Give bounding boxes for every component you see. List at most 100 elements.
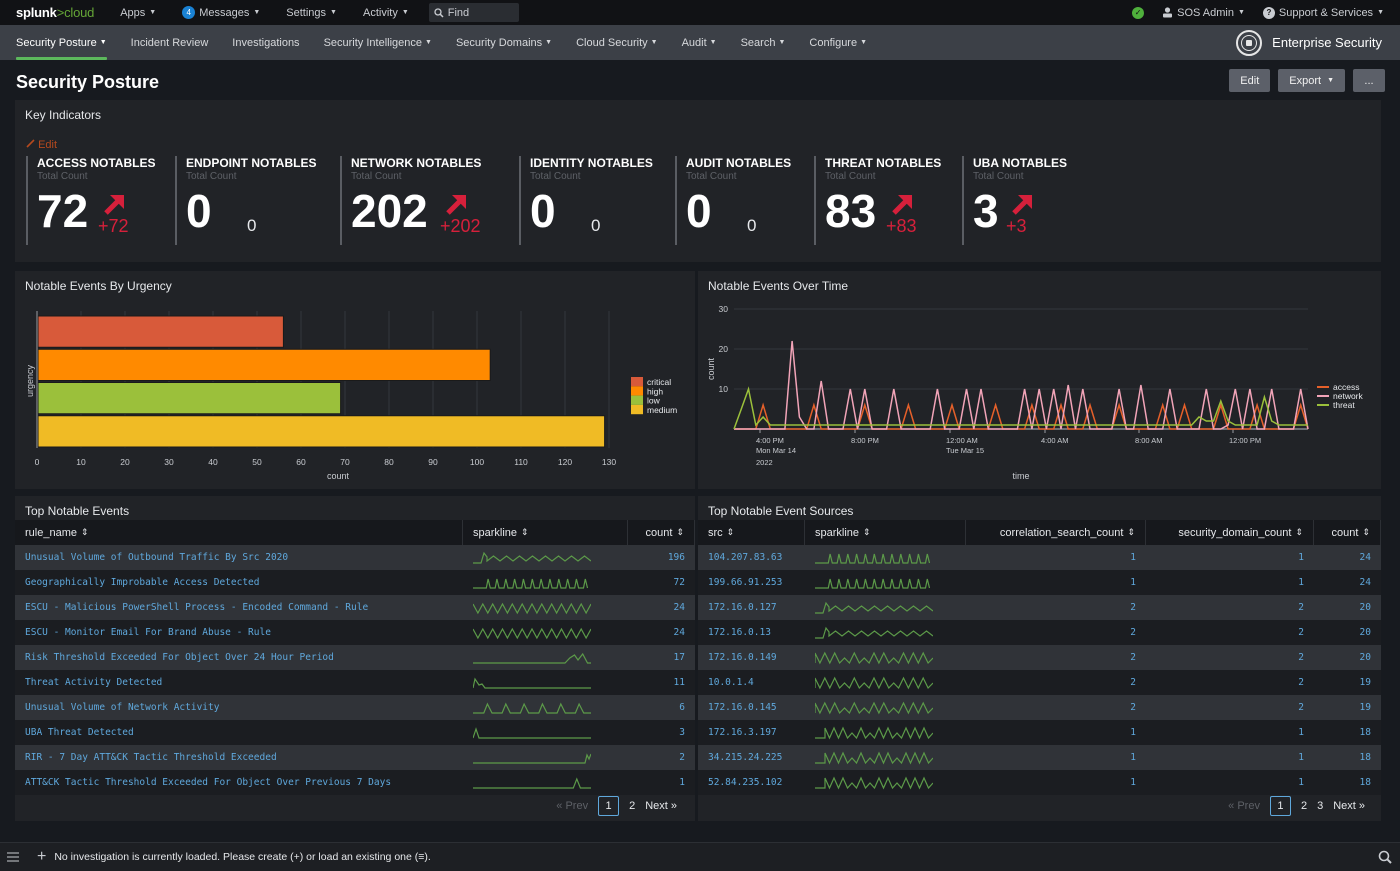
table-row[interactable]: Risk Threshold Exceeded For Object Over …: [15, 645, 695, 670]
src-cell[interactable]: 172.16.0.145: [698, 695, 805, 720]
column-header-sparkline[interactable]: sparkline⇕: [463, 520, 628, 545]
page-3-button[interactable]: 3: [1317, 800, 1323, 812]
src-cell[interactable]: 172.16.0.149: [698, 645, 805, 670]
table-row[interactable]: ESCU - Monitor Email For Brand Abuse - R…: [15, 620, 695, 645]
page-2-button[interactable]: 2: [629, 800, 635, 812]
table-row[interactable]: ATT&CK Tactic Threshold Exceeded For Obj…: [15, 770, 695, 795]
column-label: sparkline: [815, 527, 859, 539]
nav-investigations[interactable]: Investigations: [232, 25, 299, 60]
table-row[interactable]: Threat Activity Detected11: [15, 670, 695, 695]
nav-security-posture[interactable]: Security Posture▼: [16, 25, 107, 60]
messages-menu[interactable]: 4Messages▼: [182, 6, 260, 19]
table-row[interactable]: 10.0.1.42219: [698, 670, 1381, 695]
rule_name-cell[interactable]: ESCU - Malicious PowerShell Process - En…: [15, 595, 463, 620]
table-row[interactable]: RIR - 7 Day ATT&CK Tactic Threshold Exce…: [15, 745, 695, 770]
key-indicator-identity-notables[interactable]: IDENTITY NOTABLESTotal Count00: [519, 156, 653, 245]
next-page-button[interactable]: Next »: [645, 800, 677, 812]
user-label: SOS Admin: [1177, 7, 1234, 19]
rule_name-cell[interactable]: Geographically Improbable Access Detecte…: [15, 570, 463, 595]
splunk-logo[interactable]: splunk>cloud: [16, 5, 94, 20]
support-menu[interactable]: ? Support & Services▼: [1263, 7, 1384, 19]
page-1-button[interactable]: 1: [598, 796, 619, 816]
src-cell[interactable]: 172.16.3.197: [698, 720, 805, 745]
prev-page-button[interactable]: « Prev: [1228, 800, 1260, 812]
more-actions-button[interactable]: ...: [1353, 69, 1385, 92]
nav-cloud-security[interactable]: Cloud Security▼: [576, 25, 657, 60]
rule_name-cell[interactable]: Risk Threshold Exceeded For Object Over …: [15, 645, 463, 670]
nav-search[interactable]: Search▼: [741, 25, 786, 60]
column-header-count[interactable]: count⇕: [1314, 520, 1381, 545]
next-page-button[interactable]: Next »: [1333, 800, 1365, 812]
table-row[interactable]: UBA Threat Detected3: [15, 720, 695, 745]
column-header-count[interactable]: count⇕: [628, 520, 695, 545]
magnifier-icon[interactable]: [1378, 850, 1392, 864]
app-brand[interactable]: Enterprise Security: [1236, 30, 1382, 56]
count-cell: 196: [628, 545, 695, 570]
table-row[interactable]: 172.16.3.1971118: [698, 720, 1381, 745]
user-menu[interactable]: SOS Admin▼: [1162, 7, 1245, 19]
key-indicator-threat-notables[interactable]: THREAT NOTABLESTotal Count83+83: [814, 156, 941, 245]
rule_name-cell[interactable]: ESCU - Monitor Email For Brand Abuse - R…: [15, 620, 463, 645]
column-header-sparkline[interactable]: sparkline⇕: [805, 520, 966, 545]
rule_name-cell[interactable]: Threat Activity Detected: [15, 670, 463, 695]
page-1-button[interactable]: 1: [1270, 796, 1291, 816]
sparkline-cell: [463, 545, 628, 570]
src-cell[interactable]: 172.16.0.127: [698, 595, 805, 620]
caret-down-icon: ▼: [149, 9, 156, 16]
key-indicator-uba-notables[interactable]: UBA NOTABLESTotal Count3+3: [962, 156, 1067, 245]
column-header-correlation-search-count[interactable]: correlation_search_count⇕: [966, 520, 1146, 545]
table-row[interactable]: 172.16.0.1272220: [698, 595, 1381, 620]
src-cell[interactable]: 104.207.83.63: [698, 545, 805, 570]
table-row[interactable]: 172.16.0.1492220: [698, 645, 1381, 670]
export-button[interactable]: Export▼: [1278, 69, 1345, 92]
src-cell[interactable]: 34.215.24.225: [698, 745, 805, 770]
table-row[interactable]: Geographically Improbable Access Detecte…: [15, 570, 695, 595]
column-header-rule-name[interactable]: rule_name⇕: [15, 520, 463, 545]
table-row[interactable]: 104.207.83.631124: [698, 545, 1381, 570]
nav-label: Search: [741, 37, 776, 49]
legend-swatch-low: [631, 396, 643, 405]
key-indicator-audit-notables[interactable]: AUDIT NOTABLESTotal Count00: [675, 156, 791, 245]
rule_name-cell[interactable]: UBA Threat Detected: [15, 720, 463, 745]
find-input[interactable]: Find: [429, 3, 519, 22]
column-header-security-domain-count[interactable]: security_domain_count⇕: [1146, 520, 1314, 545]
edit-indicators-link[interactable]: Edit: [26, 139, 57, 151]
table-row[interactable]: 172.16.0.132220: [698, 620, 1381, 645]
src-cell[interactable]: 52.84.235.102: [698, 770, 805, 795]
page-2-button[interactable]: 2: [1301, 800, 1307, 812]
time-chart-panel: Notable Events Over Time 1020304:00 PMMo…: [698, 271, 1381, 489]
nav-incident-review[interactable]: Incident Review: [131, 25, 209, 60]
apps-menu[interactable]: Apps▼: [120, 7, 156, 19]
nav-configure[interactable]: Configure▼: [809, 25, 867, 60]
edit-button[interactable]: Edit: [1229, 69, 1270, 92]
rule_name-cell[interactable]: Unusual Volume of Outbound Traffic By Sr…: [15, 545, 463, 570]
table-row[interactable]: 52.84.235.1021118: [698, 770, 1381, 795]
nav-security-intelligence[interactable]: Security Intelligence▼: [324, 25, 432, 60]
rule_name-cell[interactable]: Unusual Volume of Network Activity: [15, 695, 463, 720]
table-row[interactable]: 199.66.91.2531124: [698, 570, 1381, 595]
rule_name-cell[interactable]: RIR - 7 Day ATT&CK Tactic Threshold Exce…: [15, 745, 463, 770]
table-row[interactable]: 172.16.0.1452219: [698, 695, 1381, 720]
activity-menu[interactable]: Activity▼: [363, 7, 409, 19]
table-row[interactable]: ESCU - Malicious PowerShell Process - En…: [15, 595, 695, 620]
count-value: 24: [1360, 577, 1371, 588]
key-indicator-network-notables[interactable]: NETWORK NOTABLESTotal Count202+202: [340, 156, 481, 245]
rule_name-cell[interactable]: ATT&CK Tactic Threshold Exceeded For Obj…: [15, 770, 463, 795]
create-investigation-plus-icon[interactable]: +: [37, 848, 46, 866]
nav-security-domains[interactable]: Security Domains▼: [456, 25, 552, 60]
src-cell[interactable]: 172.16.0.13: [698, 620, 805, 645]
settings-menu[interactable]: Settings▼: [286, 7, 337, 19]
table-row[interactable]: Unusual Volume of Network Activity6: [15, 695, 695, 720]
table-row[interactable]: 34.215.24.2251118: [698, 745, 1381, 770]
key-indicator-access-notables[interactable]: ACCESS NOTABLESTotal Count72+72: [26, 156, 155, 245]
health-status-icon[interactable]: ✓: [1132, 7, 1144, 19]
src-value: 172.16.0.149: [708, 652, 777, 663]
src-cell[interactable]: 199.66.91.253: [698, 570, 805, 595]
investigations-list-icon[interactable]: [7, 852, 19, 862]
src-cell[interactable]: 10.0.1.4: [698, 670, 805, 695]
column-header-src[interactable]: src⇕: [698, 520, 805, 545]
table-row[interactable]: Unusual Volume of Outbound Traffic By Sr…: [15, 545, 695, 570]
key-indicator-endpoint-notables[interactable]: ENDPOINT NOTABLESTotal Count00: [175, 156, 316, 245]
prev-page-button[interactable]: « Prev: [556, 800, 588, 812]
nav-audit[interactable]: Audit▼: [682, 25, 717, 60]
